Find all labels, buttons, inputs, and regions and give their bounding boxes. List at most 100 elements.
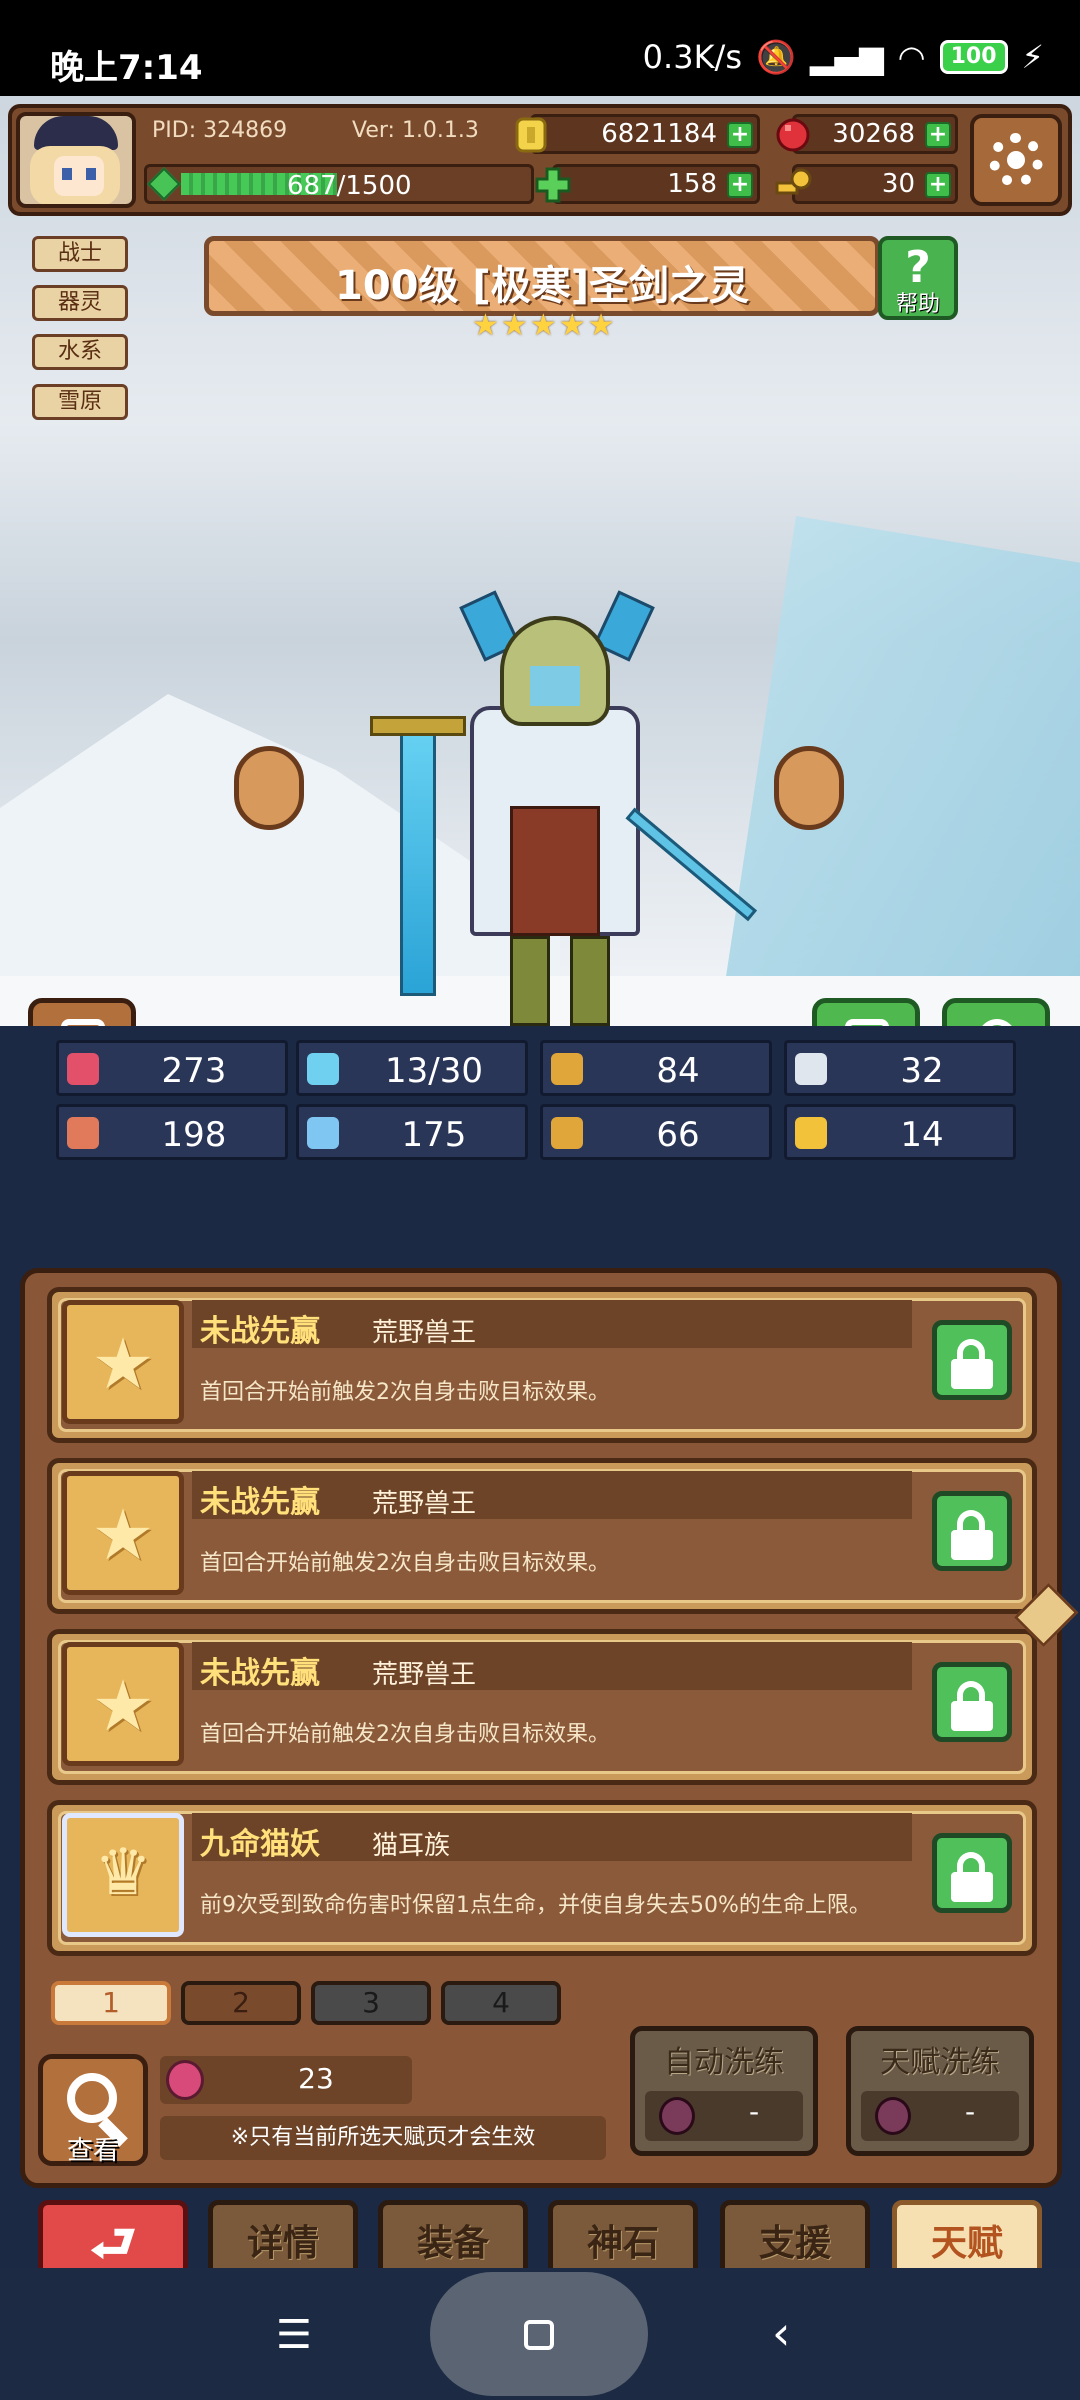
tab-page-3[interactable]: 3 bbox=[311, 1981, 431, 2025]
gold-value: 6821184 bbox=[601, 119, 717, 149]
hero-star-rating: ★ ★ ★ ★ ★ bbox=[472, 308, 615, 343]
shield-icon bbox=[551, 1053, 583, 1085]
talent-fruit-counter: 23 bbox=[160, 2056, 412, 2104]
stat-wing: 32 bbox=[784, 1040, 1016, 1096]
charging-icon: ⚡ bbox=[1021, 38, 1044, 76]
tag-type: 器灵 bbox=[32, 285, 128, 321]
talent-page-tabs: 1 2 3 4 bbox=[51, 1981, 561, 2025]
clover-value: 158 bbox=[667, 169, 717, 199]
tab-page-4[interactable]: 4 bbox=[441, 1981, 561, 2025]
clover-icon bbox=[535, 167, 571, 203]
auto-reroll-label: 自动洗练 bbox=[664, 2045, 784, 2080]
key-counter: 30 + bbox=[775, 164, 958, 204]
fruit-icon bbox=[875, 2097, 911, 2135]
talent-name: 未战先赢 bbox=[200, 1314, 320, 1349]
talent-reroll-cost: - bbox=[964, 2095, 976, 2128]
fist-icon bbox=[67, 1117, 99, 1149]
system-nav-bar: ☰ ‹ bbox=[0, 2268, 1080, 2400]
settings-button[interactable] bbox=[970, 114, 1062, 206]
stat-value: 14 bbox=[900, 1115, 944, 1155]
help-button[interactable]: ? 帮助 bbox=[878, 236, 958, 320]
xp-gem-icon bbox=[147, 167, 181, 201]
hero-title-banner: 100级 [极寒]圣剑之灵 bbox=[204, 236, 880, 316]
talent-slot[interactable]: ★ 未战先赢 荒野兽王首回合开始前触发2次自身击败目标效果。 bbox=[47, 1629, 1037, 1785]
tab-page-1[interactable]: 1 bbox=[51, 1981, 171, 2025]
stat-horseshoe: 14 bbox=[784, 1104, 1016, 1160]
talent-description: 首回合开始前触发2次自身击败目标效果。 bbox=[200, 1722, 610, 1747]
talent-name: 未战先赢 bbox=[200, 1485, 320, 1520]
fruit-icon bbox=[166, 2060, 204, 2100]
signal-icon: ▂▄▆ bbox=[809, 38, 884, 76]
talent-description: 前9次受到致命伤害时保留1点生命，并使自身失去50%的生命上限。 bbox=[200, 1893, 871, 1918]
stat-value: 198 bbox=[161, 1115, 227, 1155]
add-clover-button[interactable]: + bbox=[727, 172, 753, 198]
star-icon: ★ bbox=[62, 1471, 184, 1595]
lock-icon bbox=[957, 1681, 985, 1703]
player-avatar[interactable] bbox=[16, 112, 136, 208]
lock-icon bbox=[957, 1510, 985, 1532]
talent-name: 未战先赢 bbox=[200, 1656, 320, 1691]
star-icon: ★ bbox=[62, 1642, 184, 1766]
battery-indicator: 100 bbox=[939, 40, 1008, 74]
add-key-button[interactable]: + bbox=[925, 172, 951, 198]
cat-icon: ♛ bbox=[62, 1813, 184, 1937]
star-icon: ★ bbox=[529, 308, 557, 343]
prev-hero-arrow[interactable] bbox=[234, 746, 304, 830]
key-icon bbox=[775, 168, 812, 195]
star-icon: ★ bbox=[558, 308, 586, 343]
stat-value: 84 bbox=[656, 1051, 700, 1091]
stat-value: 66 bbox=[656, 1115, 700, 1155]
lock-toggle-button[interactable] bbox=[932, 1320, 1012, 1400]
net-speed: 0.3K/s bbox=[642, 38, 742, 76]
talent-reroll-button[interactable]: 天赋洗练 - bbox=[846, 2026, 1034, 2156]
star-icon: ★ bbox=[587, 308, 615, 343]
xp-text: 687/1500 bbox=[287, 171, 412, 201]
tag-habitat: 雪原 bbox=[32, 384, 128, 420]
talent-reroll-label: 天赋洗练 bbox=[880, 2045, 1000, 2080]
add-gold-button[interactable]: + bbox=[727, 122, 753, 148]
hero-sprite bbox=[360, 536, 760, 1036]
clover-counter: 158 + bbox=[535, 164, 760, 204]
lock-icon bbox=[957, 1339, 985, 1361]
talent-race: 猫耳族 bbox=[372, 1831, 451, 1861]
stat-fist: 198 bbox=[56, 1104, 288, 1160]
gear-icon bbox=[989, 133, 1043, 187]
stat-value: 32 bbox=[900, 1051, 944, 1091]
ruby-icon bbox=[776, 118, 810, 152]
home-button[interactable] bbox=[430, 2272, 648, 2396]
lock-toggle-button[interactable] bbox=[932, 1491, 1012, 1571]
fruit-icon bbox=[659, 2097, 695, 2135]
auto-reroll-cost: - bbox=[748, 2095, 760, 2128]
return-arrow-icon: ⮐ bbox=[89, 2214, 137, 2274]
lock-toggle-button[interactable] bbox=[932, 1662, 1012, 1742]
talent-race: 荒野兽王 bbox=[372, 1660, 477, 1690]
lock-toggle-button[interactable] bbox=[932, 1833, 1012, 1913]
status-icons: 0.3K/s 🔕 ▂▄▆ ◠ 100 ⚡ bbox=[643, 38, 1044, 76]
inspect-button[interactable]: 查看 bbox=[38, 2054, 148, 2166]
mana-drop-icon bbox=[307, 1053, 339, 1085]
auto-reroll-button[interactable]: 自动洗练 - bbox=[630, 2026, 818, 2156]
talent-description: 首回合开始前触发2次自身击败目标效果。 bbox=[200, 1551, 610, 1576]
menu-icon[interactable]: ☰ bbox=[276, 2312, 312, 2358]
mute-icon: 🔕 bbox=[756, 38, 796, 76]
ruby-counter: 30268 + bbox=[776, 114, 958, 154]
spellbook-icon bbox=[307, 1117, 339, 1149]
next-hero-arrow[interactable] bbox=[774, 746, 844, 830]
tab-page-2[interactable]: 2 bbox=[181, 1981, 301, 2025]
key-value: 30 bbox=[881, 169, 915, 199]
talent-slot[interactable]: ♛ 九命猫妖 猫耳族 前9次受到致命伤害时保留1点生命，并使自身失去50%的生命上限。 bbox=[47, 1800, 1037, 1956]
talent-slot[interactable]: ★ 未战先赢 荒野兽王 首回合开始前触发2次自身击败目标效果。 bbox=[47, 1458, 1037, 1614]
talent-slot[interactable]: ★ 未战先赢 荒野兽王 首回合开始前触发2次自身击败目标效果。 bbox=[47, 1287, 1037, 1443]
status-bar: 晚上7:14 0.3K/s 🔕 ▂▄▆ ◠ 100 ⚡ bbox=[0, 0, 1080, 96]
back-chevron-icon[interactable]: ‹ bbox=[772, 2306, 790, 2360]
inspect-label: 查看 bbox=[66, 2136, 119, 2166]
stat-spellbook: 175 bbox=[296, 1104, 528, 1160]
home-icon bbox=[524, 2320, 554, 2350]
gold-counter: 6821184 + bbox=[515, 114, 760, 154]
lock-icon bbox=[957, 1852, 985, 1874]
add-ruby-button[interactable]: + bbox=[925, 122, 951, 148]
xp-bar: 687/1500 bbox=[144, 164, 534, 204]
player-top-bar: PID: 324869 Ver: 1.0.1.3 687/1500 682118… bbox=[8, 104, 1072, 216]
stat-value: 273 bbox=[161, 1051, 227, 1091]
game-version: Ver: 1.0.1.3 bbox=[352, 118, 479, 143]
